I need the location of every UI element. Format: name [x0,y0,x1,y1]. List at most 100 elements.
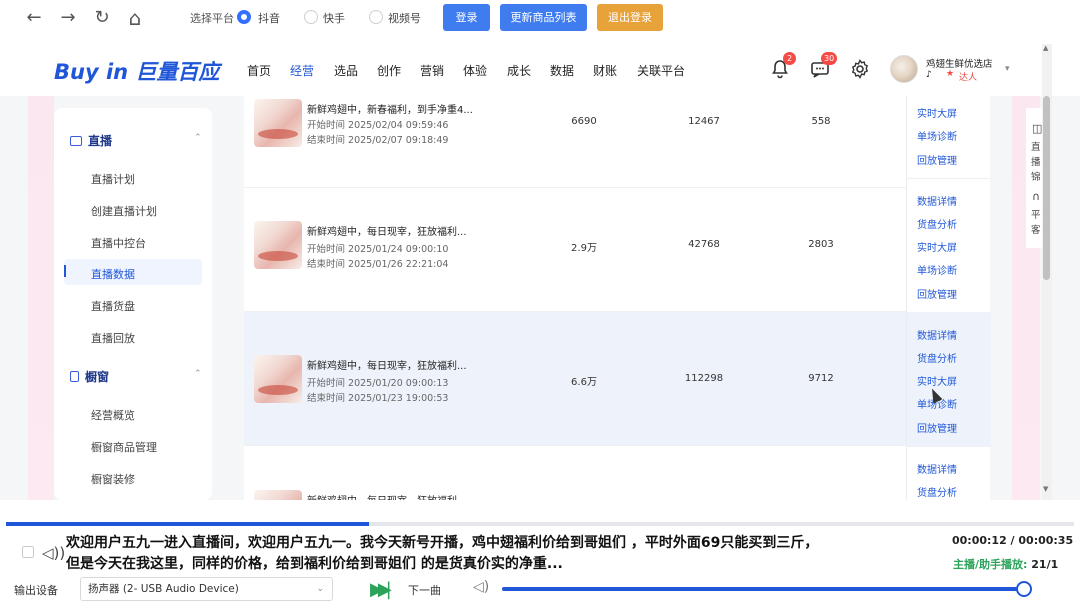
decor-left [28,96,54,500]
table-row[interactable]: 新鲜鸡翅中，每日现宰，狂放福利... 开始时间 2025/01/24 09:00… [244,178,990,312]
row-title: 新鲜鸡翅中，新春福利，到手净重4... [307,105,473,116]
output-device-label: 输出设备 [14,584,58,597]
headset-icon[interactable]: ∩ [1032,190,1040,203]
sidebar-item-live-data[interactable]: 直播数据 [91,266,135,282]
sidebar-group-showcase[interactable]: 橱窗 [70,368,109,385]
playback-index: 21/1 [1031,558,1059,571]
row-value-2: 112298 [684,373,724,384]
sidebar-item-live-goods[interactable]: 直播货盘 [91,298,135,314]
live-tool-icon[interactable]: ◫ [1032,122,1042,135]
sidebar-item-live-plan[interactable]: 直播计划 [91,171,135,187]
home-icon[interactable]: ⌂ [123,6,147,30]
volume-knob[interactable] [1016,581,1032,597]
scrollbar-thumb[interactable] [1043,96,1050,280]
playback-status: 主播/助手播放: 21/1 [953,558,1059,571]
op-replay-manage[interactable]: 回放管理 [917,420,957,435]
op-data-detail[interactable]: 数据详情 [917,461,957,476]
row-value-3: 558 [811,116,831,127]
live-data-table: 新鲜鸡翅中，新春福利，到手净重4... 开始时间 2025/02/04 09:5… [244,96,990,500]
op-single-diagnosis[interactable]: 单场诊断 [917,262,957,277]
subtitle-checkbox[interactable] [22,546,34,558]
back-arrow-icon[interactable]: ← [22,6,46,30]
message-icon[interactable]: 30 [809,52,838,80]
product-thumbnail [254,221,302,269]
op-realtime-screen[interactable]: 实时大屏 [917,105,957,120]
op-goods-analysis[interactable]: 货盘分析 [917,216,957,231]
row-value-2: 42768 [688,239,720,250]
op-goods-analysis[interactable]: 货盘分析 [917,484,957,499]
user-avatar[interactable] [890,55,918,83]
star-icon: ★ [946,69,955,79]
op-data-detail[interactable]: 数据详情 [917,327,957,342]
menu-home[interactable]: 首页 [247,62,271,79]
tiktok-icon: ♪ [926,70,932,80]
refresh-icon[interactable]: ↻ [90,6,114,30]
product-thumbnail [254,490,302,500]
radio-kuaishou[interactable] [304,10,318,24]
op-realtime-screen[interactable]: 实时大屏 [917,239,957,254]
table-row[interactable]: 新鲜鸡翅中，每日现宰，狂放福利... 开始时间 2025/01/20 09:00… [244,312,990,446]
menu-linked-platform[interactable]: 关联平台 [637,62,685,79]
sidebar-item-showcase-products[interactable]: 橱窗商品管理 [91,439,157,455]
sidebar-item-create-live-plan[interactable]: 创建直播计划 [91,203,157,219]
next-track-button[interactable]: 下一曲 [408,582,441,598]
buyin-logo[interactable]: Buy in 巨量百应 [54,56,219,86]
op-replay-manage[interactable]: 回放管理 [917,286,957,301]
right-float-text-1: 直播锦 [1031,142,1041,183]
menu-data[interactable]: 数据 [550,62,574,79]
sidebar-item-live-replay[interactable]: 直播回放 [91,330,135,346]
update-product-list-button[interactable]: 更新商品列表 [500,4,587,31]
divider [907,178,991,179]
menu-growth[interactable]: 成长 [507,62,531,79]
menu-creation[interactable]: 创作 [377,62,401,79]
volume-icon[interactable]: ◁) [473,579,489,595]
next-track-icon[interactable]: ▶▶| [370,579,392,600]
menu-marketing[interactable]: 营销 [420,62,444,79]
collapse-showcase-icon[interactable]: ⌃ [194,369,202,379]
menu-finance[interactable]: 财账 [593,62,617,79]
sidebar-item-showcase-decor[interactable]: 橱窗装修 [91,471,135,487]
divider [907,446,991,447]
scroll-down-icon[interactable]: ▼ [1043,485,1048,493]
operations-column: 实时大屏 单场诊断 回放管理 数据详情 货盘分析 实时大屏 单场诊断 回放管理 … [906,96,991,500]
op-single-diagnosis[interactable]: 单场诊断 [917,128,957,143]
radio-label-shipinhao: 视频号 [388,12,421,25]
sound-wave-icon: ◁)) [42,544,66,562]
menu-operation[interactable]: 经营 [290,62,314,79]
bell-icon[interactable]: 2 [769,52,796,80]
settings-gear-icon[interactable] [849,58,871,80]
sidebar-item-overview[interactable]: 经营概览 [91,407,135,423]
chevron-down-icon: ⌄ [316,584,324,594]
bell-badge: 2 [783,52,796,65]
output-device-value: 扬声器 (2- USB Audio Device) [88,583,239,595]
forward-arrow-icon[interactable]: → [56,6,80,30]
login-button[interactable]: 登录 [443,4,490,31]
logout-button[interactable]: 退出登录 [597,4,663,31]
op-realtime-screen[interactable]: 实时大屏 [917,373,957,388]
product-thumbnail [254,99,302,147]
collapse-live-icon[interactable]: ⌃ [194,133,202,143]
scroll-up-icon[interactable]: ▲ [1043,44,1048,52]
row-title: 新鲜鸡翅中，每日现宰，狂放福利... [307,361,467,372]
subtitle-line-1: 欢迎用户五九一进入直播间，欢迎用户五九一。我今天新号开播，鸡中翅福利价给到哥姐们… [66,535,819,551]
menu-selection[interactable]: 选品 [334,62,358,79]
op-goods-analysis[interactable]: 货盘分析 [917,350,957,365]
sidebar-group-live[interactable]: 直播 [70,132,112,149]
role-tag: 达人 [959,73,978,83]
output-device-select[interactable]: 扬声器 (2- USB Audio Device) ⌄ [80,577,333,601]
sidebar: 直播 ⌃ 直播计划 创建直播计划 直播中控台 直播数据 直播货盘 直播回放 橱窗… [54,108,212,500]
row-start-time: 开始时间 2025/01/20 09:00:13 [307,378,449,389]
sidebar-item-live-console[interactable]: 直播中控台 [91,235,146,251]
radio-douyin[interactable] [237,10,251,24]
op-data-detail[interactable]: 数据详情 [917,193,957,208]
showcase-icon [70,371,79,382]
table-row[interactable]: 新鲜鸡翅中，每日现宰，狂放福利... [244,446,990,500]
radio-label-kuaishou: 快手 [323,12,345,25]
app-toolbar: ← → ↻ ⌂ 选择平台 抖音 快手 视频号 登录 更新商品列表 退出登录 [0,0,1080,36]
radio-shipinhao[interactable] [369,10,383,24]
menu-experience[interactable]: 体验 [463,62,487,79]
table-row[interactable]: 新鲜鸡翅中，新春福利，到手净重4... 开始时间 2025/02/04 09:5… [244,96,990,188]
op-replay-manage[interactable]: 回放管理 [917,152,957,167]
account-dropdown-caret-icon[interactable]: ▾ [1005,64,1010,74]
volume-fill [502,587,1024,591]
